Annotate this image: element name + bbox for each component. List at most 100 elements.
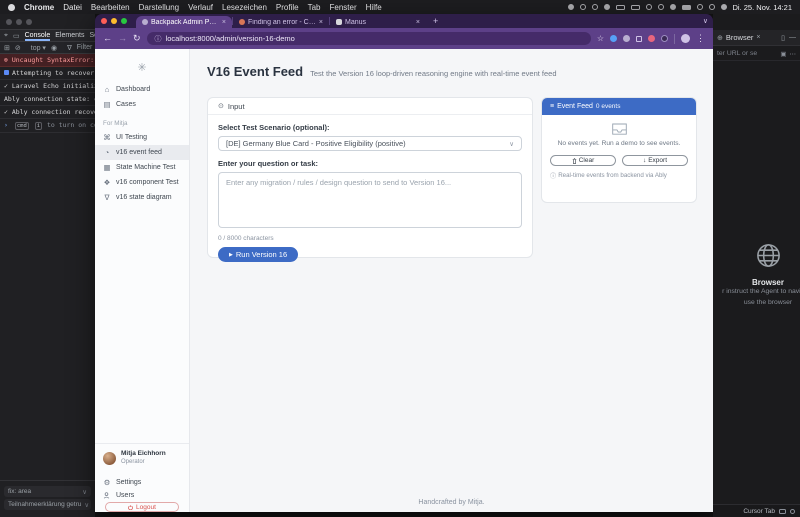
status-icon[interactable] bbox=[630, 4, 640, 10]
console-error-row[interactable]: ⊗ Uncaught SyntaxError: Unexpected bbox=[0, 54, 95, 67]
bluetooth-icon[interactable] bbox=[645, 4, 652, 10]
status-icon[interactable] bbox=[579, 4, 586, 10]
menubar-clock[interactable]: Di. 25. Nov. 14:21 bbox=[733, 3, 792, 12]
device-toolbar-icon[interactable]: ▭ bbox=[13, 32, 20, 40]
inspect-element-icon[interactable]: ⌖ bbox=[4, 32, 8, 40]
close-tab-icon[interactable]: × bbox=[416, 19, 420, 26]
tab-backpack-admin[interactable]: Backpack Admin Panel × bbox=[136, 16, 232, 28]
console-filter-input[interactable]: Filter bbox=[77, 44, 93, 51]
extension-icon[interactable] bbox=[636, 35, 642, 42]
console-input-row[interactable]: › cmd i to turn on code suggest bbox=[0, 119, 95, 133]
menu-lesezeichen[interactable]: Lesezeichen bbox=[222, 3, 267, 12]
collapse-icon[interactable]: — bbox=[789, 34, 796, 42]
status-icon[interactable] bbox=[669, 4, 676, 10]
logout-button[interactable]: Logout bbox=[105, 502, 179, 512]
sidebar-item-state-machine-test[interactable]: ▦ State Machine Test bbox=[95, 160, 189, 175]
user-switch-icon[interactable] bbox=[720, 4, 727, 10]
search-icon[interactable] bbox=[708, 4, 715, 10]
status-icon[interactable] bbox=[591, 4, 598, 10]
console-log-row[interactable]: ✓ Ably connection recovered succ bbox=[0, 106, 95, 119]
sidebar-item-v16-event-feed[interactable]: ◔ v16 event feed bbox=[95, 145, 189, 160]
battery-icon[interactable] bbox=[681, 4, 691, 10]
menu-hilfe[interactable]: Hilfe bbox=[366, 3, 382, 12]
close-window-button[interactable] bbox=[6, 19, 12, 25]
sidebar-item-ui-testing[interactable]: ⌘ UI Testing bbox=[95, 130, 189, 145]
forward-icon[interactable]: → bbox=[118, 34, 127, 43]
site-info-icon[interactable]: ⓘ bbox=[155, 34, 162, 44]
notifications-icon[interactable] bbox=[790, 508, 795, 514]
back-icon[interactable]: ← bbox=[103, 34, 112, 43]
incognito-extension-icon[interactable] bbox=[661, 35, 668, 42]
reload-icon[interactable]: ↻ bbox=[133, 34, 141, 43]
console-log-row[interactable]: Attempting to recover Ably co bbox=[0, 67, 95, 80]
address-bar[interactable]: ⓘ localhost:8000/admin/version-16-demo bbox=[146, 32, 591, 45]
extension-icon[interactable] bbox=[623, 35, 630, 42]
tab-console[interactable]: Console bbox=[25, 30, 51, 41]
context-selector[interactable]: top ▾ bbox=[31, 44, 46, 52]
sidebar-item-v16-state-diagram[interactable]: ∇ v16 state diagram bbox=[95, 190, 189, 205]
url-text[interactable]: localhost:8000/admin/version-16-demo bbox=[166, 34, 295, 43]
new-tab-button[interactable]: + bbox=[433, 16, 438, 26]
more-icon[interactable]: ⋯ bbox=[790, 50, 797, 58]
apple-menu-icon[interactable] bbox=[8, 3, 15, 11]
sidebar-item-v16-component-test[interactable]: ❖ v16 component Test bbox=[95, 175, 189, 190]
toggle-icon[interactable] bbox=[779, 508, 786, 514]
panel-url-input[interactable]: ter URL or se ▣ ⋯ bbox=[713, 47, 800, 61]
menu-chrome[interactable]: Chrome bbox=[24, 3, 54, 12]
menu-datei[interactable]: Datei bbox=[63, 3, 82, 12]
console-log-row[interactable]: ✓ Laravel Echo initialized with bbox=[0, 80, 95, 93]
key-i: i bbox=[34, 122, 43, 130]
sidebar-item-users[interactable]: Users bbox=[95, 488, 189, 503]
page-subtitle: Test the Version 16 loop-driven reasonin… bbox=[310, 69, 557, 78]
console-sidebar-icon[interactable]: ⊞ bbox=[4, 44, 10, 52]
user-block[interactable]: Mitja Eichhorn Operator bbox=[103, 450, 166, 467]
zoom-window-button[interactable] bbox=[121, 18, 127, 24]
list-item[interactable]: Teilnahmeerklärung getru ∨ bbox=[4, 499, 91, 510]
menu-bearbeiten[interactable]: Bearbeiten bbox=[91, 3, 130, 12]
screenshot-icon[interactable]: ▣ bbox=[780, 50, 786, 58]
tab-claude[interactable]: Finding an error - Claude × bbox=[233, 16, 329, 28]
question-textarea[interactable] bbox=[218, 172, 522, 228]
clear-button[interactable]: Clear bbox=[550, 155, 616, 166]
browser-empty-state: Browser r instruct the Agent to navigate… bbox=[713, 242, 800, 308]
profile-avatar[interactable] bbox=[681, 34, 690, 43]
status-icon[interactable] bbox=[615, 4, 625, 10]
status-icon[interactable] bbox=[567, 4, 574, 10]
bookmark-icon[interactable]: ☆ bbox=[597, 34, 604, 43]
close-tab-icon[interactable]: × bbox=[319, 19, 323, 26]
menu-profile[interactable]: Profile bbox=[276, 3, 299, 12]
tab-manus[interactable]: Manus × bbox=[330, 16, 426, 28]
close-panel-icon[interactable]: × bbox=[756, 34, 760, 41]
chrome-menu-icon[interactable]: ⋮ bbox=[696, 34, 705, 43]
cursor-tab-label[interactable]: Cursor Tab bbox=[743, 508, 775, 515]
extension-icon[interactable] bbox=[610, 35, 617, 42]
minimize-window-button[interactable] bbox=[16, 19, 22, 25]
sidebar-item-dashboard[interactable]: ⌂ Dashboard bbox=[95, 82, 189, 97]
menu-fenster[interactable]: Fenster bbox=[330, 3, 357, 12]
console-log-row[interactable]: Ably connection state: connectin bbox=[0, 93, 95, 106]
tab-elements[interactable]: Elements bbox=[55, 32, 84, 39]
clear-console-icon[interactable]: ⊘ bbox=[15, 44, 21, 52]
run-version-16-button[interactable]: ▶ Run Version 16 bbox=[218, 247, 299, 262]
minimize-window-button[interactable] bbox=[111, 18, 117, 24]
zoom-window-button[interactable] bbox=[26, 19, 32, 25]
close-tab-icon[interactable]: × bbox=[222, 19, 226, 26]
sidebar-item-cases[interactable]: ▤ Cases bbox=[95, 97, 189, 112]
layout-icon[interactable]: ▯ bbox=[781, 34, 785, 42]
panel-tab-browser[interactable]: Browser bbox=[726, 33, 754, 42]
close-window-button[interactable] bbox=[101, 18, 107, 24]
menu-verlauf[interactable]: Verlauf bbox=[188, 3, 213, 12]
menu-tab[interactable]: Tab bbox=[308, 3, 321, 12]
wifi-icon[interactable] bbox=[696, 4, 703, 10]
scenario-select[interactable]: [DE] Germany Blue Card - Positive Eligib… bbox=[218, 136, 522, 151]
empty-line: r instruct the Agent to navigate bbox=[722, 288, 800, 295]
export-button[interactable]: ↓ Export bbox=[622, 155, 688, 166]
users-icon bbox=[103, 492, 111, 499]
list-item[interactable]: fix: area ∨ bbox=[4, 486, 91, 497]
eye-icon[interactable]: ◉ bbox=[51, 44, 57, 52]
menu-darstellung[interactable]: Darstellung bbox=[139, 3, 179, 12]
extension-icon[interactable] bbox=[648, 35, 655, 42]
headphones-icon[interactable] bbox=[657, 4, 664, 10]
status-icon[interactable] bbox=[603, 4, 610, 10]
tab-search-icon[interactable]: ∨ bbox=[703, 17, 708, 25]
